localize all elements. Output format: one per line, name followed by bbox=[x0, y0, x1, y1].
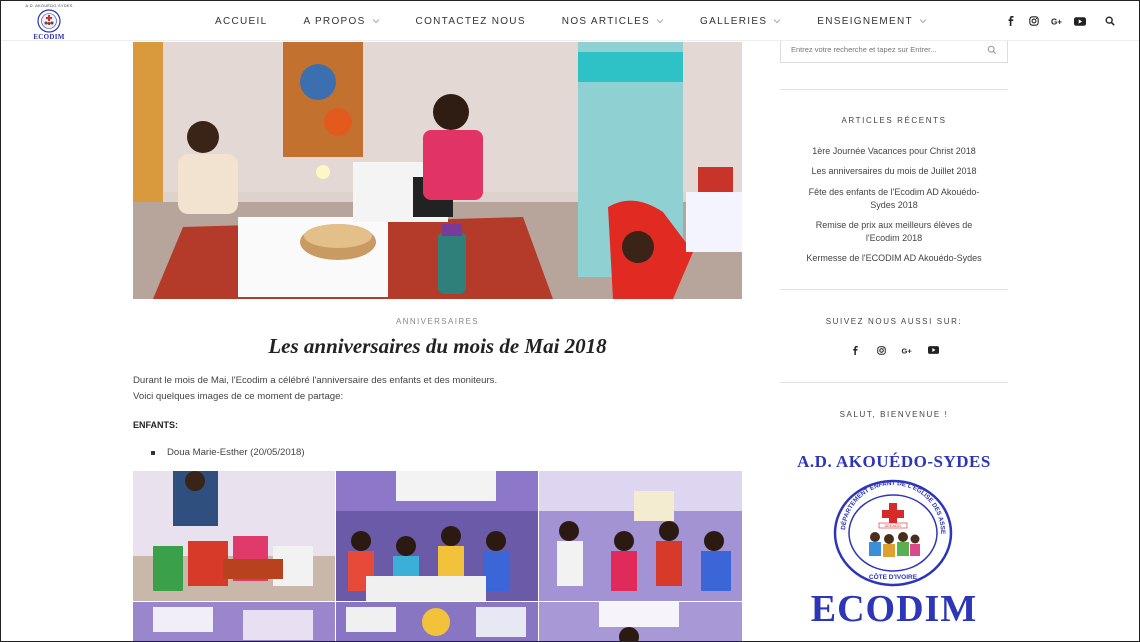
nav-item-a-propos[interactable]: A PROPOS bbox=[303, 16, 379, 27]
recent-article-link[interactable]: Kermesse de l'ECODIM AD Akouédo-Sydes bbox=[780, 252, 1008, 265]
birthday-party-photo bbox=[133, 42, 742, 299]
nav-item-nos-articles[interactable]: NOS ARTICLES bbox=[562, 16, 664, 27]
ecodim-logo-text: ECODIM bbox=[810, 588, 978, 630]
post-category[interactable]: ANNIVERSAIRES bbox=[133, 317, 742, 326]
bullet-dot bbox=[151, 450, 155, 455]
search-icon[interactable] bbox=[1103, 14, 1117, 28]
chevron-down-icon bbox=[372, 19, 379, 24]
search-icon[interactable] bbox=[987, 45, 997, 55]
youtube-icon[interactable] bbox=[1073, 14, 1087, 28]
recent-article-link[interactable]: Remise de prix aux meilleurs élèves de l… bbox=[780, 219, 1008, 244]
instagram-icon[interactable] bbox=[1027, 14, 1041, 28]
recent-article-link[interactable]: Les anniversaires du mois de Juillet 201… bbox=[780, 165, 1008, 178]
svg-text:G+: G+ bbox=[901, 346, 912, 355]
gallery-photo-image bbox=[336, 602, 538, 641]
google-plus-icon[interactable]: G+ bbox=[900, 343, 914, 357]
logo-top-text: A.D. AKOUÉDO-SYDES bbox=[25, 3, 73, 8]
recent-articles-title: ARTICLES RÉCENTS bbox=[841, 116, 947, 125]
gallery-photo-image bbox=[133, 471, 335, 601]
svg-text:G+: G+ bbox=[1051, 17, 1062, 26]
post-intro-line-1: Durant le mois de Mai, l'Ecodim a célébr… bbox=[133, 375, 498, 386]
recent-article-link[interactable]: Fête des enfants de l'Ecodim AD Akouédo-… bbox=[780, 186, 1008, 211]
nav-item-accueil[interactable]: ACCUEIL bbox=[215, 16, 267, 27]
logo-seal-icon bbox=[37, 9, 61, 33]
nav-label: A PROPOS bbox=[303, 15, 366, 27]
browser-viewport: A.D. AKOUÉDO-SYDES ECODIM ACCUEIL A PROP… bbox=[0, 0, 1140, 642]
recent-article-line: Remise de prix aux meilleurs élèves de bbox=[815, 220, 973, 230]
chevron-down-icon bbox=[773, 19, 781, 24]
gallery-photo-image bbox=[336, 471, 538, 601]
list-item: Doua Marie-Esther (20/05/2018) bbox=[151, 447, 305, 458]
post-title[interactable]: Les anniversaires du mois de Mai 2018 bbox=[133, 334, 742, 359]
nav-label: ACCUEIL bbox=[215, 15, 268, 27]
gallery-photo[interactable] bbox=[133, 471, 335, 601]
seal-badge: DEEADCI bbox=[885, 524, 902, 528]
sidebar-divider bbox=[780, 89, 1008, 90]
sidebar-social-links: G+ bbox=[780, 343, 1008, 357]
nav-label: GALLERIES bbox=[700, 15, 768, 27]
featured-image[interactable] bbox=[133, 42, 742, 299]
nav-label: CONTACTEZ NOUS bbox=[415, 15, 526, 27]
chevron-down-icon bbox=[919, 19, 927, 24]
google-plus-icon[interactable]: G+ bbox=[1050, 14, 1064, 28]
facebook-icon[interactable] bbox=[1004, 14, 1018, 28]
post-intro-line-2: Voici quelques images de ce moment de pa… bbox=[133, 391, 344, 402]
chevron-down-icon bbox=[656, 19, 664, 24]
site-header: A.D. AKOUÉDO-SYDES ECODIM ACCUEIL A PROP… bbox=[1, 1, 1139, 41]
facebook-icon[interactable] bbox=[848, 343, 862, 357]
instagram-icon[interactable] bbox=[874, 343, 888, 357]
gallery-photo[interactable] bbox=[539, 471, 742, 601]
welcome-title: SALUT, BIENVENUE ! bbox=[839, 410, 949, 419]
main-nav: ACCUEIL A PROPOS CONTACTEZ NOUS NOS ARTI… bbox=[215, 1, 963, 41]
gallery-photo-image bbox=[133, 602, 335, 641]
nav-item-contactez-nous[interactable]: CONTACTEZ NOUS bbox=[416, 16, 526, 27]
youtube-icon[interactable] bbox=[926, 343, 940, 357]
gallery-photo[interactable] bbox=[539, 602, 742, 641]
gallery-photo[interactable] bbox=[336, 602, 538, 641]
section-label-enfants: ENFANTS: bbox=[133, 420, 178, 430]
logo-name: ECODIM bbox=[33, 33, 65, 41]
recent-article-line: Les anniversaires du mois de Juillet 201… bbox=[811, 166, 977, 176]
gallery-photo[interactable] bbox=[336, 471, 538, 601]
header-social-links: G+ bbox=[995, 1, 1117, 41]
sidebar-divider bbox=[780, 382, 1008, 383]
recent-article-line: Kermesse de l'ECODIM AD Akouédo-Sydes bbox=[806, 253, 982, 263]
nav-item-enseignement[interactable]: ENSEIGNEMENT bbox=[817, 16, 927, 27]
site-logo[interactable]: A.D. AKOUÉDO-SYDES ECODIM bbox=[25, 3, 73, 41]
nav-label: NOS ARTICLES bbox=[561, 15, 651, 27]
seal-country: CÔTE D'IVOIRE bbox=[869, 572, 918, 581]
gallery-photo-image bbox=[539, 471, 742, 601]
recent-article-link[interactable]: 1ère Journée Vacances pour Christ 2018 bbox=[780, 145, 1008, 158]
recent-article-line: Sydes 2018 bbox=[870, 199, 918, 210]
church-name: A.D. AKOUÉDO-SYDES bbox=[797, 452, 991, 471]
ecodim-seal-logo: DÉPARTEMENT ENFANT DE L'EGLISE DES ASSEM… bbox=[831, 479, 953, 587]
follow-us-title: SUIVEZ NOUS AUSSI SUR: bbox=[825, 317, 963, 326]
recent-article-line: Fête des enfants de l'Ecodim AD Akouédo- bbox=[808, 187, 980, 197]
nav-label: ENSEIGNEMENT bbox=[817, 15, 913, 27]
nav-item-galleries[interactable]: GALLERIES bbox=[700, 16, 781, 27]
sidebar-divider bbox=[780, 289, 1008, 290]
child-name: Doua Marie-Esther (20/05/2018) bbox=[167, 447, 305, 458]
recent-article-line: 1ère Journée Vacances pour Christ 2018 bbox=[812, 146, 976, 156]
gallery-photo-image bbox=[539, 602, 742, 641]
gallery-photo[interactable] bbox=[133, 602, 335, 641]
recent-article-line: l'Ecodim 2018 bbox=[865, 232, 923, 243]
